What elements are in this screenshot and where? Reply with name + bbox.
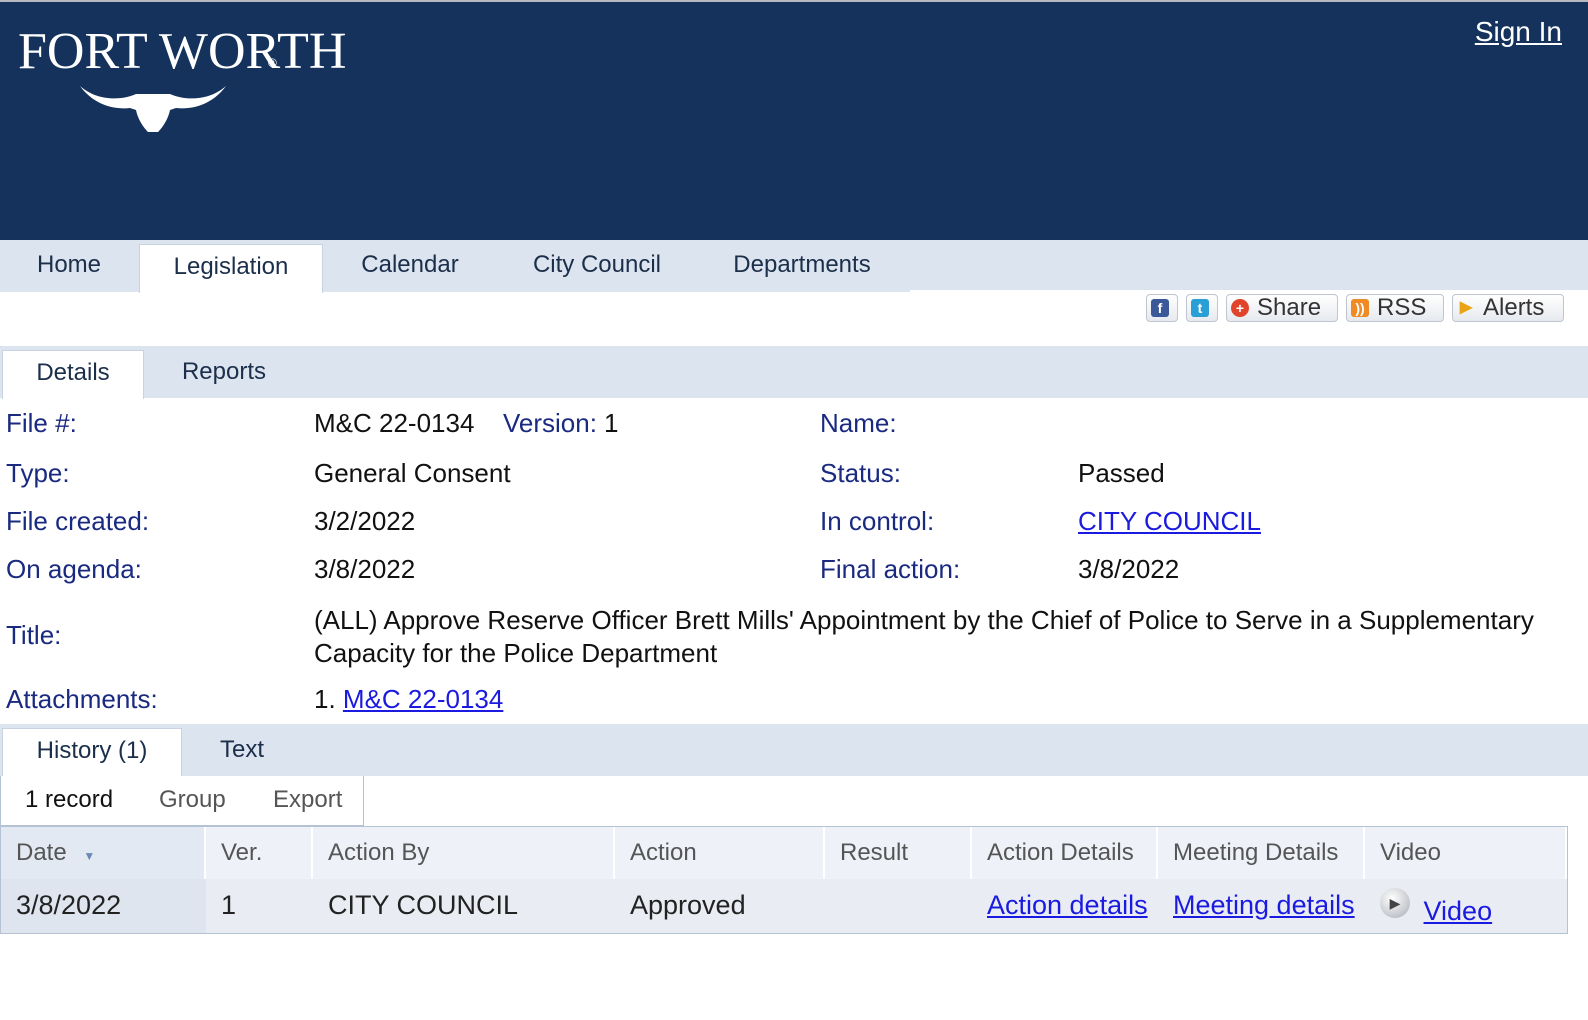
history-table: Date ▼ Ver. Action By Action Result Acti… xyxy=(0,826,1568,934)
type-value: General Consent xyxy=(314,458,511,488)
play-icon[interactable]: ▶ xyxy=(1380,887,1410,918)
on-agenda-value: 3/8/2022 xyxy=(314,554,416,584)
cell-ver: 1 xyxy=(221,890,237,920)
col-video: Video xyxy=(1365,827,1567,879)
rss-label: RSS xyxy=(1377,294,1427,321)
title-label: Title: xyxy=(6,620,62,650)
facebook-button[interactable]: f xyxy=(1146,294,1178,322)
title-value: (ALL) Approve Reserve Officer Brett Mill… xyxy=(314,605,1534,668)
file-created-value: 3/2/2022 xyxy=(314,506,416,536)
version-value: 1 xyxy=(604,408,619,438)
attachments-value: 1. M&C 22-0134 xyxy=(314,684,503,715)
tab-reports[interactable]: Reports xyxy=(146,346,302,398)
tab-departments[interactable]: Departments xyxy=(696,240,908,290)
attachment-index: 1. xyxy=(314,684,336,714)
history-toolbar: 1 record Group Export xyxy=(0,776,364,826)
status-label: Status: xyxy=(820,458,901,488)
cell-meeting-details: Meeting details xyxy=(1158,879,1365,933)
cell-action-details: Action details xyxy=(972,879,1158,933)
file-number-label: File #: xyxy=(6,408,77,438)
tab-text[interactable]: Text xyxy=(184,724,300,776)
tab-home[interactable]: Home xyxy=(0,240,138,290)
share-label: Share xyxy=(1257,294,1322,321)
col-action[interactable]: Action xyxy=(615,827,825,879)
logo-registered-mark: ® xyxy=(268,56,277,70)
main-nav: Home Legislation Calendar City Council D… xyxy=(0,240,1588,293)
cell-action: Approved xyxy=(630,890,746,920)
col-action-by[interactable]: Action By xyxy=(313,827,615,879)
type-label: Type: xyxy=(6,458,70,488)
action-details-link[interactable]: Action details xyxy=(987,890,1148,920)
final-action-label: Final action: xyxy=(820,554,961,584)
in-control-label: In control: xyxy=(820,506,935,536)
meeting-details-link[interactable]: Meeting details xyxy=(1173,890,1355,920)
status-value: Passed xyxy=(1078,458,1165,488)
tab-legislation[interactable]: Legislation xyxy=(139,244,323,293)
social-toolbar: f t + Share )) RSS ▶ Alerts xyxy=(1146,294,1566,324)
tab-details[interactable]: Details xyxy=(2,350,144,399)
group-button[interactable]: Group xyxy=(159,776,226,824)
alert-arrow-icon: ▶ xyxy=(1459,299,1473,316)
col-date[interactable]: Date ▼ xyxy=(1,827,206,879)
tab-calendar[interactable]: Calendar xyxy=(322,240,498,290)
col-action-details: Action Details xyxy=(972,827,1158,879)
name-label: Name: xyxy=(820,408,897,438)
longhorn-icon xyxy=(80,86,226,132)
in-control-link[interactable]: CITY COUNCIL xyxy=(1078,506,1261,536)
record-count: 1 record xyxy=(25,786,114,813)
attachment-link[interactable]: M&C 22-0134 xyxy=(343,684,503,714)
detail-tabs: Details Reports xyxy=(0,346,1588,399)
in-control-value-wrapper: CITY COUNCIL xyxy=(1078,506,1261,537)
cell-result xyxy=(825,879,972,933)
table-row[interactable]: 3/8/2022 1 CITY COUNCIL Approved Action … xyxy=(1,879,1567,933)
version-label: Version: xyxy=(503,408,597,438)
logo-wordmark: FORT WORTH xyxy=(18,23,347,80)
tab-history[interactable]: History (1) xyxy=(2,728,182,777)
alerts-label: Alerts xyxy=(1483,294,1545,321)
file-created-label: File created: xyxy=(6,506,150,536)
col-meeting-details: Meeting Details xyxy=(1158,827,1365,879)
history-tabs: History (1) Text xyxy=(0,724,1588,777)
rss-icon: )) xyxy=(1351,299,1369,317)
final-action-value: 3/8/2022 xyxy=(1078,554,1180,584)
fort-worth-logo[interactable]: FORT WORTH ® xyxy=(18,22,346,142)
share-button[interactable]: + Share xyxy=(1226,294,1338,322)
tab-city-council[interactable]: City Council xyxy=(500,240,694,290)
twitter-icon: t xyxy=(1191,299,1209,317)
cell-action-by: CITY COUNCIL xyxy=(328,890,519,920)
col-result[interactable]: Result xyxy=(825,827,972,879)
rss-button[interactable]: )) RSS xyxy=(1346,294,1444,322)
attachments-label: Attachments: xyxy=(6,684,158,714)
alerts-button[interactable]: ▶ Alerts xyxy=(1452,294,1564,322)
table-header: Date ▼ Ver. Action By Action Result Acti… xyxy=(1,827,1567,879)
on-agenda-label: On agenda: xyxy=(6,554,142,584)
sign-in-link[interactable]: Sign In xyxy=(1475,16,1562,48)
cell-video: ▶ Video xyxy=(1365,879,1567,933)
facebook-icon: f xyxy=(1151,299,1169,317)
nav-underline-gap xyxy=(910,290,1588,292)
col-date-label: Date xyxy=(16,839,67,866)
export-button[interactable]: Export xyxy=(273,776,342,824)
sort-down-icon: ▼ xyxy=(83,849,96,863)
share-plus-icon: + xyxy=(1231,299,1249,317)
cell-date: 3/8/2022 xyxy=(1,879,206,933)
twitter-button[interactable]: t xyxy=(1186,294,1218,322)
col-ver[interactable]: Ver. xyxy=(206,827,313,879)
file-number-value: M&C 22-0134 xyxy=(314,408,475,438)
video-link[interactable]: Video xyxy=(1424,896,1493,926)
site-header: FORT WORTH ® Sign In xyxy=(0,0,1588,240)
